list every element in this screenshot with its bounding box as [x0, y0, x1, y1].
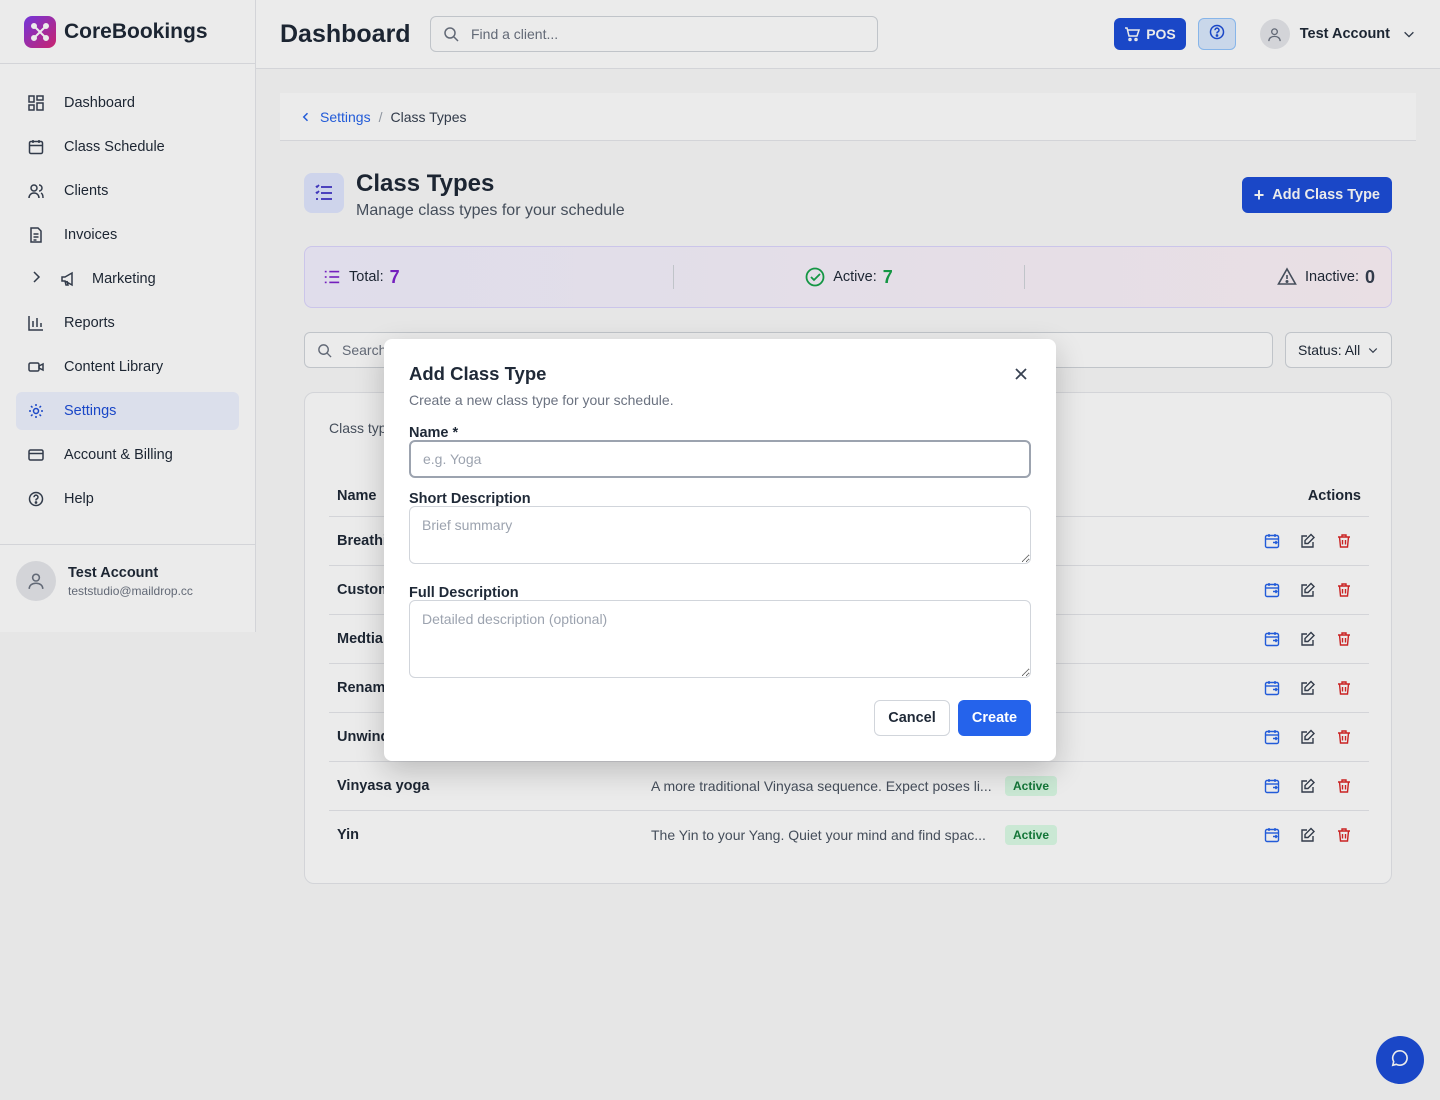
full-description-label: Full Description	[409, 585, 519, 601]
dialog-title: Add Class Type	[409, 363, 547, 384]
close-icon[interactable]	[1012, 365, 1030, 383]
short-description-input[interactable]	[409, 506, 1031, 564]
name-label: Name *	[409, 425, 459, 441]
create-button[interactable]: Create	[958, 700, 1031, 736]
cancel-button[interactable]: Cancel	[874, 700, 950, 736]
full-description-input[interactable]	[409, 600, 1031, 678]
name-input[interactable]	[409, 440, 1031, 478]
add-class-type-dialog: Add Class Type Create a new class type f…	[384, 339, 1056, 761]
short-description-label: Short Description	[409, 491, 531, 507]
dialog-subtitle: Create a new class type for your schedul…	[409, 392, 674, 408]
